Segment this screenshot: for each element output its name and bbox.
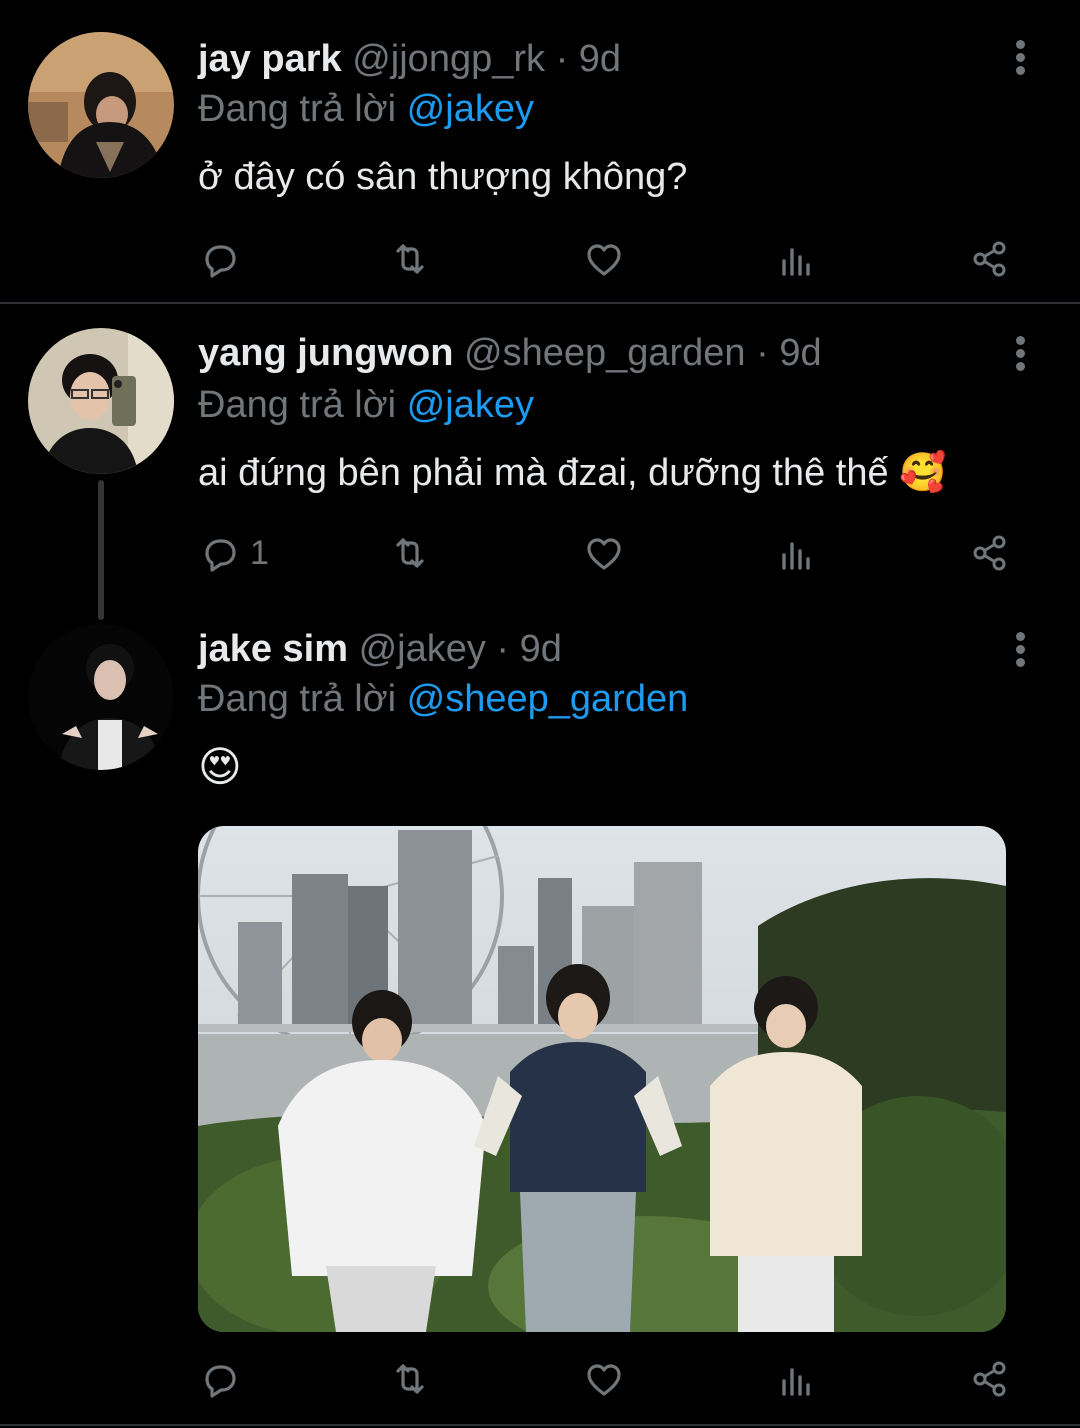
retweet-button[interactable] [388, 1354, 432, 1404]
separator-dot: · [496, 628, 510, 670]
tweet-yang-jungwon[interactable]: yang jungwon @sheep_garden · 9d Đang trả… [0, 304, 1080, 620]
replying-to-line: Đang trả lời @jakey [198, 382, 534, 428]
avatar-jay-park[interactable] [28, 32, 174, 178]
more-icon[interactable] [1004, 38, 1038, 78]
avatar-yang-jungwon[interactable] [28, 328, 174, 474]
share-icon [973, 241, 1006, 277]
like-icon [587, 244, 621, 276]
reply-count: 1 [250, 533, 269, 572]
tweet-header: yang jungwon @sheep_garden · 9d [198, 330, 822, 376]
more-icon[interactable] [1004, 334, 1038, 374]
retweet-icon [396, 538, 424, 568]
like-icon [587, 1364, 621, 1396]
replying-to-line: Đang trả lời @sheep_garden [198, 676, 688, 722]
reply-button[interactable]: 1 [198, 528, 269, 578]
username-handle[interactable]: @jjongp_rk [352, 38, 545, 80]
like-button[interactable] [582, 1354, 626, 1404]
tweet-text: ai đứng bên phải mà đzai, dưỡng thê thế … [198, 452, 947, 494]
views-button[interactable] [774, 1354, 818, 1404]
display-name[interactable]: jake sim [198, 628, 348, 670]
username-handle[interactable]: @sheep_garden [464, 332, 746, 374]
replying-prefix: Đang trả lời [198, 678, 397, 720]
reply-icon [205, 245, 236, 278]
reply-button[interactable] [198, 1354, 250, 1404]
views-icon [782, 1368, 810, 1396]
views-button[interactable] [774, 528, 818, 578]
views-button[interactable] [774, 234, 818, 284]
share-button[interactable] [968, 1354, 1012, 1404]
share-button[interactable] [968, 234, 1012, 284]
display-name[interactable]: jay park [198, 38, 342, 80]
tweet-text: ở đây có sân thượng không? [198, 156, 688, 198]
retweet-icon [396, 244, 424, 274]
retweet-button[interactable] [388, 528, 432, 578]
divider [0, 1424, 1080, 1426]
tweet-header: jake sim @jakey · 9d [198, 626, 562, 672]
like-icon [587, 538, 621, 570]
share-button[interactable] [968, 528, 1012, 578]
reply-icon [205, 1365, 236, 1398]
photo-image [198, 826, 1006, 1332]
replying-prefix: Đang trả lời [198, 88, 397, 130]
tweet-header: jay park @jjongp_rk · 9d [198, 36, 621, 82]
share-icon [973, 1361, 1006, 1397]
retweet-icon [396, 1364, 424, 1394]
tweet-photo[interactable] [198, 826, 1006, 1332]
views-icon [782, 248, 810, 276]
tweet-text: 😍 [198, 743, 242, 790]
replying-to-line: Đang trả lời @jakey [198, 86, 534, 132]
thread-connector [98, 480, 104, 620]
timestamp[interactable]: 9d [520, 628, 562, 670]
like-button[interactable] [582, 234, 626, 284]
replying-to-link[interactable]: @sheep_garden [407, 678, 689, 720]
views-icon [782, 542, 810, 570]
action-bar [198, 1354, 1018, 1404]
like-button[interactable] [582, 528, 626, 578]
more-icon[interactable] [1004, 630, 1038, 670]
avatar-jake-sim[interactable] [28, 624, 174, 770]
share-icon [973, 535, 1006, 571]
display-name[interactable]: yang jungwon [198, 332, 453, 374]
action-bar [198, 234, 1018, 284]
retweet-button[interactable] [388, 234, 432, 284]
reply-button[interactable] [198, 234, 250, 284]
replying-to-link[interactable]: @jakey [407, 88, 534, 130]
replying-to-link[interactable]: @jakey [407, 384, 534, 426]
action-bar: 1 [198, 528, 1018, 578]
separator-dot: · [555, 38, 569, 80]
timestamp[interactable]: 9d [779, 332, 821, 374]
tweet-jay-park[interactable]: jay park @jjongp_rk · 9d Đang trả lời @j… [0, 0, 1080, 302]
username-handle[interactable]: @jakey [359, 628, 486, 670]
timestamp[interactable]: 9d [579, 38, 621, 80]
separator-dot: · [756, 332, 769, 374]
reply-icon [205, 539, 236, 572]
replying-prefix: Đang trả lời [198, 384, 397, 426]
